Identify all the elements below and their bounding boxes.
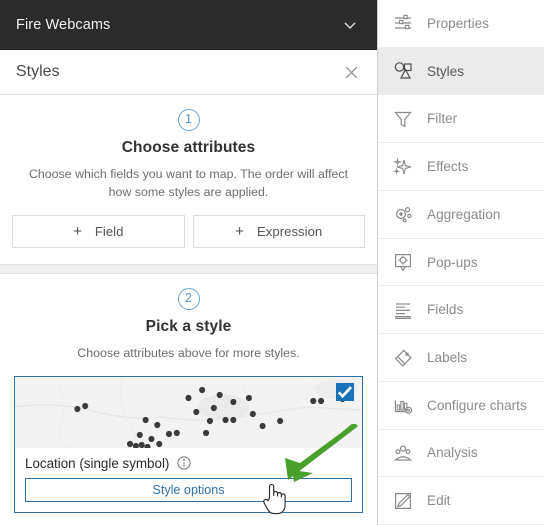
sidebar-item-label: Styles: [427, 63, 465, 79]
add-field-button[interactable]: + Field: [12, 214, 185, 248]
info-icon[interactable]: [177, 456, 191, 471]
sidebar-item-fields[interactable]: Fields: [378, 286, 544, 335]
chevron-down-icon[interactable]: [337, 12, 363, 38]
sidebar-item-label: Filter: [427, 111, 458, 127]
map-point: [206, 417, 213, 425]
map-point: [249, 410, 256, 418]
sidebar-item-label: Edit: [427, 493, 451, 509]
map-point: [199, 386, 206, 394]
sidebar-item-label: Effects: [427, 159, 469, 175]
map-point: [74, 405, 81, 413]
thumbnail-map-svg: [15, 376, 362, 448]
sidebar-item-label: Configure charts: [427, 397, 527, 413]
map-point: [142, 416, 149, 424]
sidebar-item-label: Pop-ups: [427, 254, 478, 270]
checkmark-icon: [337, 386, 352, 399]
map-point: [173, 429, 180, 437]
plus-icon: +: [235, 222, 244, 240]
sidebar-item-label: Properties: [427, 15, 489, 31]
close-icon[interactable]: [339, 60, 363, 84]
layer-header-bar: Fire Webcams: [0, 0, 377, 50]
style-thumbnail-map: [15, 376, 362, 448]
section-description-pick-a-style: Choose attributes above for more styles.: [77, 345, 300, 360]
map-point: [203, 429, 210, 437]
fields-list-icon: [392, 299, 414, 321]
add-expression-button[interactable]: + Expression: [192, 214, 365, 248]
map-point: [277, 417, 284, 425]
styles-shapes-icon: [392, 60, 414, 82]
filter-funnel-icon: [392, 108, 414, 130]
sidebar-item-configure-charts[interactable]: Configure charts: [378, 381, 544, 430]
panel-header: Styles: [0, 50, 377, 95]
style-card-label: Location (single symbol): [25, 455, 170, 471]
step-number-1: 1: [177, 109, 200, 131]
map-point: [245, 394, 252, 402]
edit-pencil-icon: [392, 490, 414, 512]
map-point: [259, 422, 266, 430]
map-point: [310, 397, 317, 405]
sidebar-item-effects[interactable]: Effects: [378, 143, 544, 191]
style-card-location-single-symbol[interactable]: Location (single symbol) Style options: [14, 375, 363, 513]
map-point: [136, 431, 143, 439]
layer-title: Fire Webcams: [16, 17, 111, 33]
section-title-pick-a-style: Pick a style: [145, 317, 232, 335]
map-point: [138, 441, 145, 448]
attribute-buttons-row: + Field + Expression: [12, 214, 365, 248]
map-point: [230, 416, 237, 424]
add-field-label: Field: [94, 223, 124, 239]
style-card-label-row: Location (single symbol): [25, 456, 352, 471]
section-pick-a-style: 2 Pick a style Choose attributes above f…: [0, 273, 377, 525]
map-point: [82, 402, 89, 410]
sidebar-item-label: Fields: [427, 302, 464, 318]
map-point: [165, 430, 173, 438]
map-point: [216, 391, 223, 399]
analysis-icon: [392, 442, 414, 464]
section-divider: [0, 263, 377, 274]
styles-panel-app: Fire Webcams Styles 1 Choose attributes …: [0, 0, 544, 525]
configure-charts-icon: [392, 394, 414, 416]
map-point: [210, 404, 217, 412]
sidebar-item-label: Aggregation: [427, 206, 501, 222]
section-title-choose-attributes: Choose attributes: [121, 139, 256, 156]
sidebar-item-properties[interactable]: Properties: [378, 0, 544, 48]
sidebar-item-edit[interactable]: Edit: [378, 477, 544, 525]
map-point: [126, 440, 134, 448]
map-point: [185, 394, 192, 402]
step-number-2: 2: [177, 287, 200, 310]
labels-tag-icon: [392, 347, 414, 369]
map-point: [193, 408, 200, 416]
sidebar-item-pop-ups[interactable]: Pop-ups: [378, 238, 544, 287]
properties-sliders-icon: [392, 12, 414, 34]
sidebar-item-labels[interactable]: Labels: [378, 334, 544, 382]
sidebar-item-aggregation[interactable]: Aggregation: [378, 190, 544, 239]
map-point: [148, 435, 155, 443]
page-title: Styles: [16, 63, 60, 80]
effects-sparkle-icon: [392, 156, 414, 178]
map-point: [222, 416, 229, 424]
sidebar-item-analysis[interactable]: Analysis: [378, 429, 544, 478]
section-choose-attributes: 1 Choose attributes Choose which fields …: [0, 95, 377, 264]
sidebar-item-filter[interactable]: Filter: [378, 95, 544, 144]
right-sidebar: Properties Styles Filter Effects Aggregation…: [378, 0, 544, 525]
sidebar-item-styles[interactable]: Styles: [378, 47, 544, 96]
map-point: [318, 397, 325, 405]
section-description-choose-attributes: Choose which fields you want to map. The…: [28, 167, 349, 199]
aggregation-icon: [392, 203, 414, 225]
sidebar-item-label: Labels: [427, 350, 468, 365]
sidebar-item-label: Analysis: [427, 445, 478, 461]
map-point: [154, 421, 161, 429]
style-selected-checkbox[interactable]: [336, 382, 354, 401]
style-options-button[interactable]: Style options: [25, 477, 352, 502]
popups-icon: [392, 251, 414, 273]
add-expression-label: Expression: [257, 223, 323, 239]
plus-icon: +: [73, 222, 82, 240]
style-card-body: Location (single symbol) Style options: [15, 447, 362, 512]
styles-left-panel: Fire Webcams Styles 1 Choose attributes …: [0, 0, 378, 525]
map-point: [156, 440, 163, 448]
map-point: [230, 398, 237, 406]
